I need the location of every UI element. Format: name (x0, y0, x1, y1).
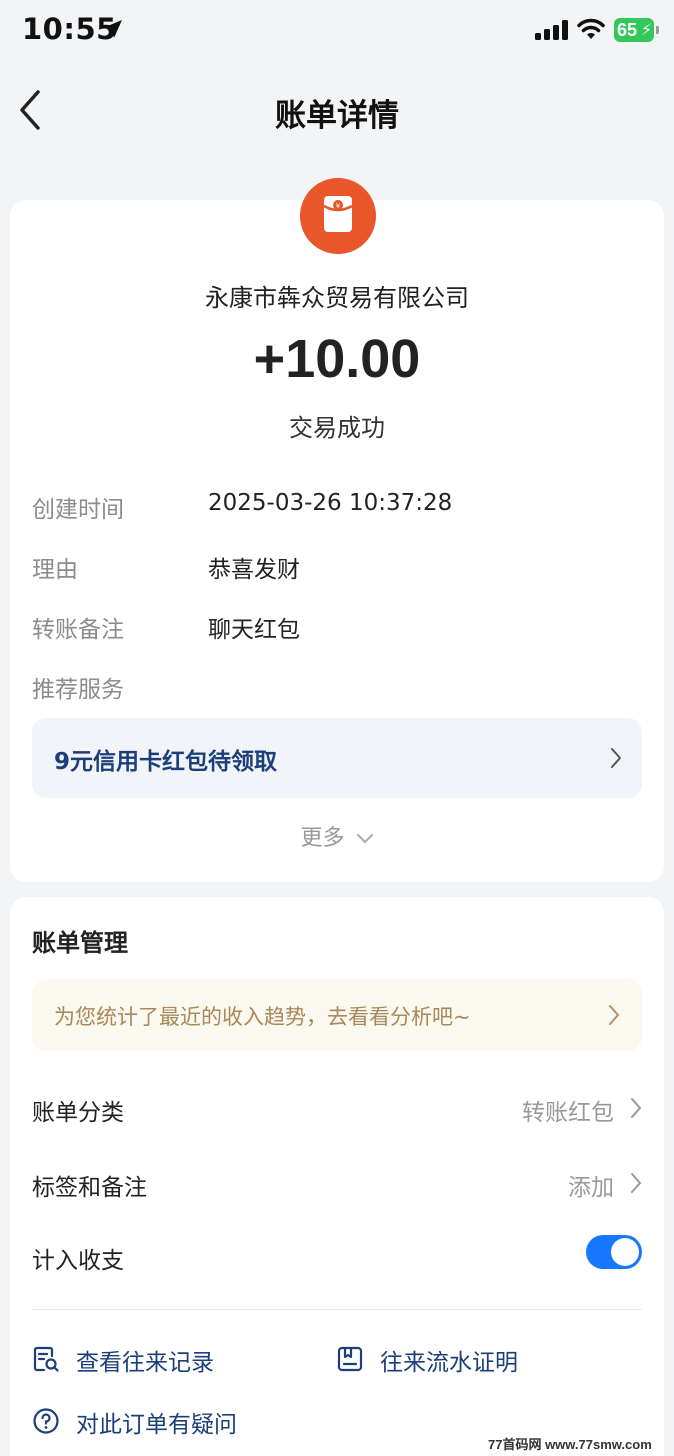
page-title: 账单详情 (275, 98, 399, 134)
include-in-budget-row: 计入收支 (32, 1231, 642, 1281)
view-history-button[interactable]: 查看往来记录 (32, 1339, 272, 1379)
charging-bolt-icon: ⚡ (641, 20, 653, 39)
income-trend-banner[interactable]: 为您统计了最近的收入趋势，去看看分析吧~ (32, 979, 642, 1051)
question-circle-icon (32, 1407, 60, 1439)
transaction-proof-label: 往来流水证明 (380, 1350, 518, 1376)
bill-category-row[interactable]: 账单分类 转账红包 (32, 1083, 642, 1133)
svg-text:¥: ¥ (336, 202, 341, 210)
reason-label: 理由 (32, 557, 78, 583)
cellular-signal-icon (535, 20, 569, 44)
view-history-label: 查看往来记录 (76, 1350, 214, 1376)
created-time-label: 创建时间 (32, 497, 124, 523)
transaction-card: ¥ 永康市犇众贸易有限公司 +10.00 交易成功 创建时间 2025-03-2… (10, 178, 664, 882)
recommended-service-label: 推荐服务 (32, 677, 124, 703)
reason-value: 恭喜发财 (208, 557, 300, 583)
transaction-status: 交易成功 (289, 414, 385, 442)
more-label: 更多 (300, 826, 345, 851)
promo-text: 9元信用卡红包待领取 (54, 749, 278, 775)
merchant-name: 永康市犇众贸易有限公司 (205, 284, 469, 312)
chevron-right-icon (610, 747, 622, 773)
include-in-budget-label: 计入收支 (32, 1248, 124, 1274)
tags-notes-row[interactable]: 标签和备注 添加 (32, 1158, 642, 1208)
divider (32, 1309, 642, 1310)
transaction-proof-button[interactable]: 往来流水证明 (336, 1339, 576, 1379)
insight-text: 为您统计了最近的收入趋势，去看看分析吧~ (54, 1005, 471, 1029)
chevron-right-icon (630, 1172, 642, 1198)
toggle-knob (611, 1238, 639, 1266)
transfer-note-value: 聊天红包 (208, 617, 300, 643)
created-time-value: 2025-03-26 10:37:28 (208, 490, 453, 516)
chevron-right-icon (630, 1097, 642, 1123)
order-question-button[interactable]: 对此订单有疑问 (32, 1401, 292, 1441)
include-in-budget-toggle[interactable] (586, 1235, 642, 1269)
battery-indicator: 65 ⚡ (614, 18, 660, 42)
nav-bar: 账单详情 (0, 70, 674, 150)
transfer-note-label: 转账备注 (32, 617, 124, 643)
watermark-text: 77首码网 www.77smw.com (488, 1437, 652, 1452)
tags-notes-label: 标签和备注 (32, 1175, 147, 1201)
status-bar: 10:55 65 ⚡ (0, 0, 674, 60)
chevron-down-icon (352, 826, 374, 851)
red-packet-logo-icon: ¥ (300, 178, 376, 254)
location-arrow-icon (102, 18, 124, 44)
document-search-icon (32, 1345, 60, 1377)
section-title: 账单管理 (32, 929, 128, 957)
chevron-right-icon (608, 1004, 620, 1030)
bill-management-card: 账单管理 为您统计了最近的收入趋势，去看看分析吧~ 账单分类 转账红包 标签和备… (10, 897, 664, 1456)
more-button[interactable]: 更多 (10, 820, 664, 852)
tags-notes-value: 添加 (568, 1175, 614, 1201)
wifi-icon (576, 17, 606, 45)
order-question-label: 对此订单有疑问 (76, 1412, 237, 1438)
bill-category-value: 转账红包 (522, 1100, 614, 1126)
certificate-icon (336, 1345, 364, 1377)
transaction-amount: +10.00 (253, 329, 421, 389)
credit-card-promo-banner[interactable]: 9元信用卡红包待领取 (32, 718, 642, 798)
bill-category-label: 账单分类 (32, 1100, 124, 1126)
